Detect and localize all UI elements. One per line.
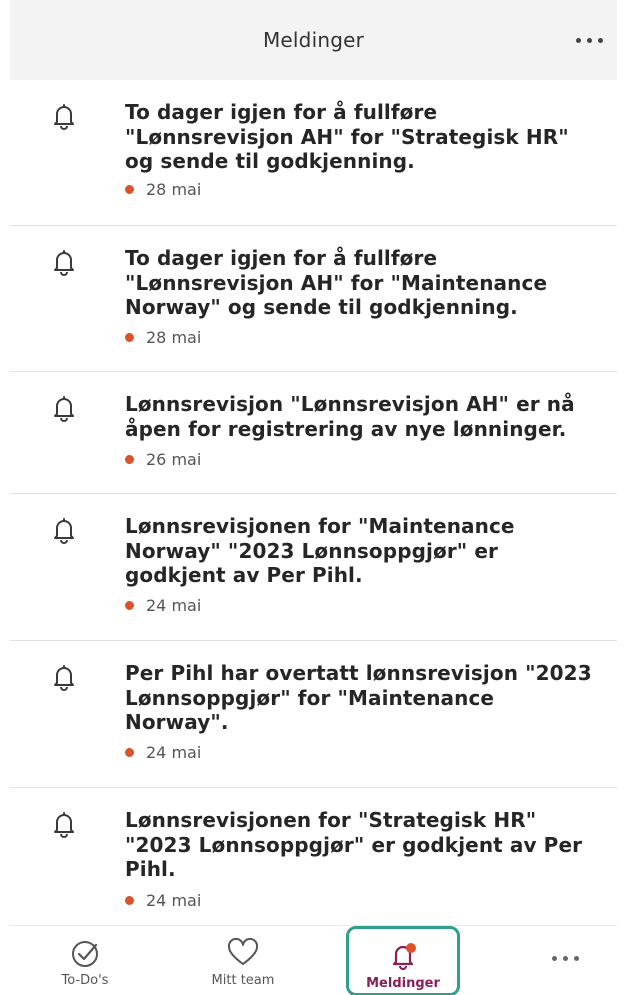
check-circle-icon — [72, 941, 98, 967]
header-bar: Meldinger — [10, 0, 617, 80]
bell-icon — [54, 812, 74, 838]
bell-icon — [54, 518, 74, 544]
unread-dot — [125, 896, 134, 905]
notification-item[interactable]: Per Pihl har overtatt lønnsrevisjon "202… — [10, 641, 617, 788]
notification-date: 24 mai — [146, 891, 202, 910]
bell-icon — [392, 943, 416, 971]
notification-date: 28 mai — [146, 328, 202, 347]
tab-label: Meldinger — [366, 976, 440, 991]
notification-text: Lønnsrevisjon "Lønnsrevisjon AH" er nå å… — [125, 392, 575, 441]
notification-meta: 24 mai — [125, 891, 201, 910]
notification-meta: 28 mai — [125, 328, 201, 347]
notification-date: 28 mai — [146, 180, 202, 199]
bell-icon — [54, 396, 74, 422]
notification-item[interactable]: Lønnsrevisjonen for "Maintenance Norway"… — [10, 494, 617, 641]
notification-text: To dager igjen for å fullføre "Lønnsrevi… — [125, 246, 548, 319]
unread-dot — [125, 455, 134, 464]
unread-dot — [125, 748, 134, 757]
tab-meldinger[interactable]: Meldinger — [346, 926, 460, 995]
notification-item[interactable]: Lønnsrevisjon "Lønnsrevisjon AH" er nå å… — [10, 372, 617, 494]
unread-dot — [125, 333, 134, 342]
tab-label: To-Do's — [61, 973, 109, 988]
tab-todos[interactable]: To-Do's — [40, 926, 130, 995]
notification-text: To dager igjen for å fullføre "Lønnsrevi… — [125, 100, 569, 173]
unread-dot — [125, 185, 134, 194]
notification-date: 24 mai — [146, 596, 202, 615]
heart-icon — [227, 937, 259, 965]
notification-date: 26 mai — [146, 450, 202, 469]
tab-label: Mitt team — [211, 973, 275, 988]
notification-item[interactable]: To dager igjen for å fullføre "Lønnsrevi… — [10, 226, 617, 372]
bell-icon — [54, 250, 74, 276]
bell-icon — [54, 665, 74, 691]
tab-mitt-team[interactable]: Mitt team — [193, 926, 293, 995]
notification-date: 24 mai — [146, 743, 202, 762]
bottom-tab-bar: To-Do's Mitt team Meldinger — [10, 925, 617, 995]
notification-text: Lønnsrevisjonen for "Maintenance Norway"… — [125, 514, 515, 587]
more-options-icon[interactable] — [565, 24, 613, 56]
page-title: Meldinger — [262, 28, 365, 52]
notification-meta: 24 mai — [125, 596, 201, 615]
unread-dot — [125, 601, 134, 610]
notification-meta: 28 mai — [125, 180, 201, 199]
more-options-icon[interactable] — [552, 956, 579, 961]
notification-meta: 26 mai — [125, 450, 201, 469]
notification-meta: 24 mai — [125, 743, 201, 762]
notification-text: Lønnsrevisjonen for "Strategisk HR" "202… — [125, 808, 583, 881]
notification-item[interactable]: Lønnsrevisjonen for "Strategisk HR" "202… — [10, 788, 617, 925]
notification-text: Per Pihl har overtatt lønnsrevisjon "202… — [125, 661, 592, 734]
notification-item[interactable]: To dager igjen for å fullføre "Lønnsrevi… — [10, 80, 617, 226]
bell-icon — [54, 104, 74, 130]
